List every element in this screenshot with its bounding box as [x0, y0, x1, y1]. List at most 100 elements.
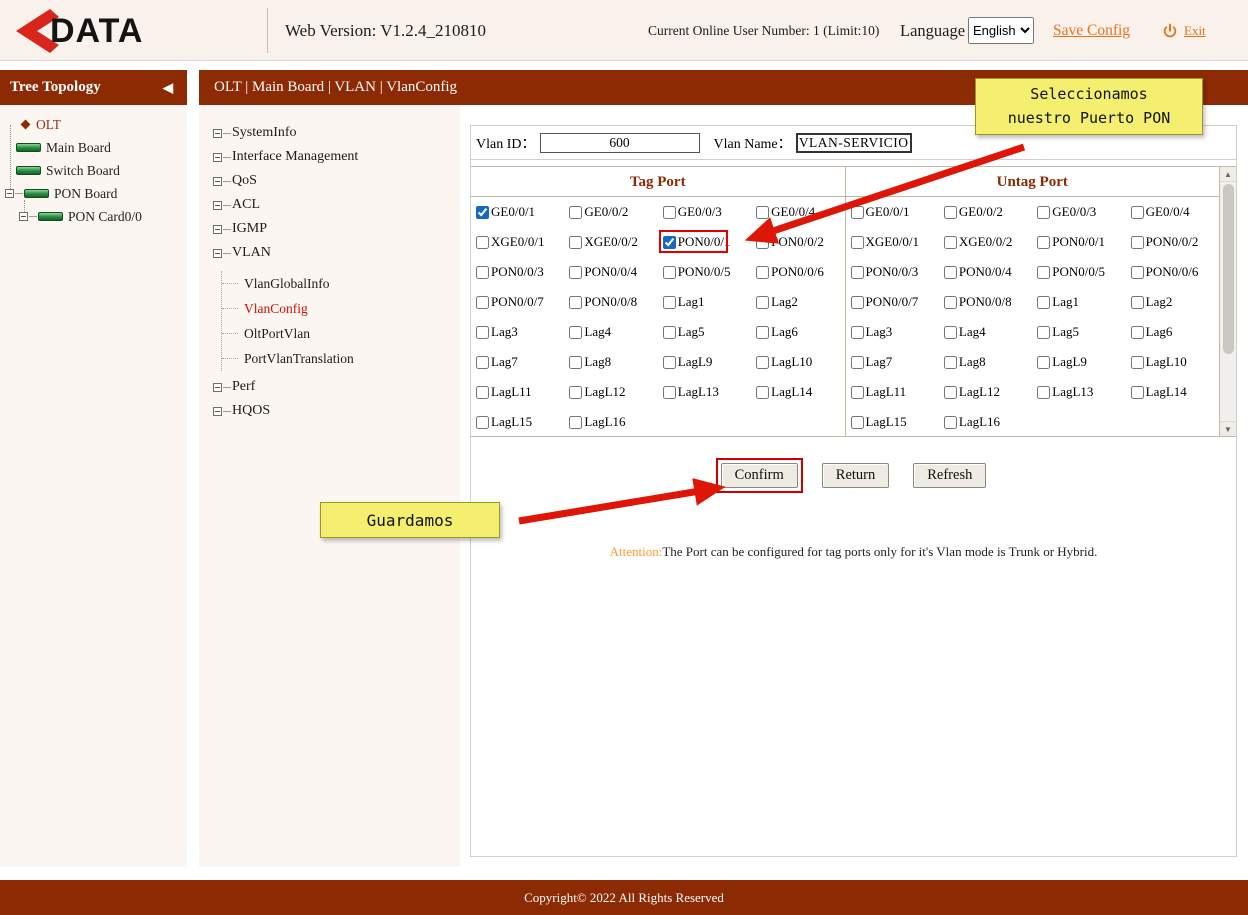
- tag-checkbox-xge0-0-2[interactable]: [569, 236, 582, 249]
- untag-checkbox-lagl13[interactable]: [1037, 386, 1050, 399]
- tag-checkbox-lagl11[interactable]: [476, 386, 489, 399]
- untag-checkbox-ge0-0-2[interactable]: [944, 206, 957, 219]
- tag-checkbox-lag6[interactable]: [756, 326, 769, 339]
- untag-checkbox-pon0-0-8[interactable]: [944, 296, 957, 309]
- tree-node-olt[interactable]: OLT: [0, 113, 187, 136]
- menu-subitem-oltportvlan[interactable]: OltPortVlan: [222, 321, 460, 346]
- menu-item-vlan[interactable]: VLAN: [199, 241, 460, 265]
- untag-checkbox-pon0-0-5[interactable]: [1037, 266, 1050, 279]
- expand-icon[interactable]: [213, 407, 222, 416]
- tag-checkbox-pon0-0-1[interactable]: [663, 236, 676, 249]
- expand-icon[interactable]: [213, 225, 222, 234]
- tree-node-main-board[interactable]: Main Board: [0, 136, 187, 159]
- untag-checkbox-lagl12[interactable]: [944, 386, 957, 399]
- exit-group[interactable]: Exit: [1162, 0, 1206, 61]
- tag-checkbox-pon0-0-6[interactable]: [756, 266, 769, 279]
- scroll-down-icon[interactable]: ▼: [1220, 421, 1236, 436]
- tag-checkbox-pon0-0-3[interactable]: [476, 266, 489, 279]
- tree-node-pon-card0-0[interactable]: PON Card0/0: [0, 205, 187, 228]
- untag-checkbox-lagl14[interactable]: [1131, 386, 1144, 399]
- menu-subitem-vlanconfig[interactable]: VlanConfig: [222, 296, 460, 321]
- tag-checkbox-lag1[interactable]: [663, 296, 676, 309]
- menu-item-qos[interactable]: QoS: [199, 169, 460, 193]
- tree-expand-icon[interactable]: [5, 189, 14, 198]
- tag-checkbox-lag5[interactable]: [663, 326, 676, 339]
- confirm-button[interactable]: Confirm: [721, 463, 798, 488]
- tag-checkbox-lag2[interactable]: [756, 296, 769, 309]
- expand-icon[interactable]: [213, 201, 222, 210]
- untag-checkbox-lag6[interactable]: [1131, 326, 1144, 339]
- tag-checkbox-lagl9[interactable]: [663, 356, 676, 369]
- tree-node-pon-board[interactable]: PON Board: [0, 182, 187, 205]
- scrollbar-thumb[interactable]: [1223, 184, 1234, 354]
- tag-checkbox-lag3[interactable]: [476, 326, 489, 339]
- collapse-sidebar-icon[interactable]: ◀: [163, 70, 173, 105]
- tag-checkbox-pon0-0-7[interactable]: [476, 296, 489, 309]
- tag-checkbox-lag7[interactable]: [476, 356, 489, 369]
- tag-checkbox-lag4[interactable]: [569, 326, 582, 339]
- vlan-id-input[interactable]: [540, 133, 700, 153]
- menu-item-igmp[interactable]: IGMP: [199, 217, 460, 241]
- untag-checkbox-lagl15[interactable]: [851, 416, 864, 429]
- tag-checkbox-ge0-0-1[interactable]: [476, 206, 489, 219]
- untag-checkbox-lag7[interactable]: [851, 356, 864, 369]
- expand-icon[interactable]: [213, 383, 222, 392]
- untag-checkbox-lag8[interactable]: [944, 356, 957, 369]
- untag-checkbox-pon0-0-2[interactable]: [1131, 236, 1144, 249]
- untag-checkbox-ge0-0-4[interactable]: [1131, 206, 1144, 219]
- untag-checkbox-lag5[interactable]: [1037, 326, 1050, 339]
- language-select[interactable]: English: [968, 17, 1034, 44]
- expand-icon[interactable]: [213, 153, 222, 162]
- tag-checkbox-pon0-0-8[interactable]: [569, 296, 582, 309]
- untag-checkbox-pon0-0-3[interactable]: [851, 266, 864, 279]
- menu-item-hqos[interactable]: HQOS: [199, 399, 460, 423]
- untag-checkbox-pon0-0-4[interactable]: [944, 266, 957, 279]
- menu-subitem-vlanglobalinfo[interactable]: VlanGlobalInfo: [222, 271, 460, 296]
- tag-checkbox-lagl15[interactable]: [476, 416, 489, 429]
- tag-checkbox-lagl14[interactable]: [756, 386, 769, 399]
- untag-checkbox-lag2[interactable]: [1131, 296, 1144, 309]
- untag-checkbox-ge0-0-3[interactable]: [1037, 206, 1050, 219]
- tag-checkbox-xge0-0-1[interactable]: [476, 236, 489, 249]
- return-button[interactable]: Return: [822, 463, 889, 488]
- untag-checkbox-lag4[interactable]: [944, 326, 957, 339]
- untag-checkbox-lag1[interactable]: [1037, 296, 1050, 309]
- untag-checkbox-xge0-0-2[interactable]: [944, 236, 957, 249]
- expand-icon[interactable]: [213, 249, 222, 258]
- untag-checkbox-pon0-0-6[interactable]: [1131, 266, 1144, 279]
- tag-checkbox-lagl10[interactable]: [756, 356, 769, 369]
- untag-checkbox-ge0-0-1[interactable]: [851, 206, 864, 219]
- untag-checkbox-lagl10[interactable]: [1131, 356, 1144, 369]
- tree-expand-icon[interactable]: [19, 212, 28, 221]
- menu-item-perf[interactable]: Perf: [199, 375, 460, 399]
- tree-node-switch-board[interactable]: Switch Board: [0, 159, 187, 182]
- menu-item-interface-management[interactable]: Interface Management: [199, 145, 460, 169]
- tag-checkbox-pon0-0-5[interactable]: [663, 266, 676, 279]
- vlan-name-input[interactable]: [796, 133, 912, 153]
- tag-checkbox-ge0-0-2[interactable]: [569, 206, 582, 219]
- tag-checkbox-pon0-0-4[interactable]: [569, 266, 582, 279]
- untag-checkbox-lagl11[interactable]: [851, 386, 864, 399]
- untag-checkbox-pon0-0-7[interactable]: [851, 296, 864, 309]
- tag-checkbox-lag8[interactable]: [569, 356, 582, 369]
- untag-checkbox-pon0-0-1[interactable]: [1037, 236, 1050, 249]
- menu-item-systeminfo[interactable]: SystemInfo: [199, 121, 460, 145]
- untag-checkbox-xge0-0-1[interactable]: [851, 236, 864, 249]
- scroll-up-icon[interactable]: ▲: [1220, 167, 1236, 182]
- menu-item-acl[interactable]: ACL: [199, 193, 460, 217]
- expand-icon[interactable]: [213, 129, 222, 138]
- tag-checkbox-lagl16[interactable]: [569, 416, 582, 429]
- tag-checkbox-lagl12[interactable]: [569, 386, 582, 399]
- untag-checkbox-lag3[interactable]: [851, 326, 864, 339]
- table-scrollbar[interactable]: ▲ ▼: [1219, 167, 1236, 436]
- tag-checkbox-ge0-0-3[interactable]: [663, 206, 676, 219]
- menu-subitem-portvlantranslation[interactable]: PortVlanTranslation: [222, 346, 460, 371]
- tag-checkbox-pon0-0-2[interactable]: [756, 236, 769, 249]
- refresh-button[interactable]: Refresh: [913, 463, 986, 488]
- tag-checkbox-lagl13[interactable]: [663, 386, 676, 399]
- save-config-link[interactable]: Save Config: [1053, 0, 1130, 61]
- exit-link[interactable]: Exit: [1184, 23, 1206, 39]
- untag-checkbox-lagl9[interactable]: [1037, 356, 1050, 369]
- tag-checkbox-ge0-0-4[interactable]: [756, 206, 769, 219]
- expand-icon[interactable]: [213, 177, 222, 186]
